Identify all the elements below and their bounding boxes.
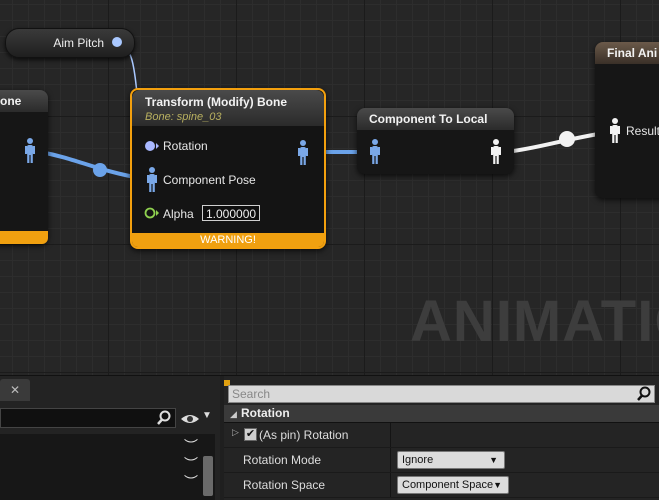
- component-to-local-title: Component To Local: [357, 108, 514, 130]
- component-pose-pin-icon[interactable]: [146, 167, 158, 193]
- column-divider: [390, 423, 391, 447]
- collapse-icon[interactable]: ︶: [184, 454, 198, 474]
- as-pin-rotation-label: (As pin) Rotation: [259, 428, 349, 442]
- details-search-input[interactable]: Search: [228, 385, 655, 403]
- ctl-output-pose-pin-icon[interactable]: [490, 139, 502, 165]
- search-icon: [157, 410, 171, 425]
- rotation-mode-row: Rotation Mode Ignore ▼: [224, 448, 659, 473]
- left-node-title: one: [0, 90, 48, 112]
- left-panel: ✕ ▼ ︶ ︶ ︶: [0, 376, 220, 500]
- transform-node-title: Transform (Modify) Bone: [145, 95, 288, 109]
- expand-arrow-icon[interactable]: ▷: [232, 427, 239, 438]
- rotation-space-dropdown[interactable]: Component Space ▼: [397, 476, 509, 494]
- wire-knot-left: [93, 163, 107, 177]
- rotation-category-label: Rotation: [241, 406, 290, 420]
- rotation-space-value: Component Space: [402, 479, 494, 491]
- scrollbar[interactable]: [203, 456, 213, 496]
- graph-watermark: ANIMATIO: [410, 289, 659, 354]
- rotation-mode-label: Rotation Mode: [243, 453, 322, 467]
- wire-knot-right: [559, 131, 575, 147]
- panel-tab[interactable]: ✕: [0, 379, 30, 401]
- result-pin-icon[interactable]: [609, 118, 621, 144]
- eye-icon: [181, 415, 199, 423]
- chevron-down-icon: ▼: [489, 455, 498, 465]
- aim-pitch-output-pin[interactable]: [112, 37, 122, 47]
- as-pin-rotation-row: ▷ ✔ (As pin) Rotation: [224, 423, 659, 448]
- details-search-placeholder: Search: [232, 387, 271, 401]
- collapse-icon[interactable]: ︶: [184, 436, 198, 456]
- result-pin-label: Result: [626, 124, 659, 138]
- transform-node-subtitle: Bone: spine_03: [145, 111, 222, 123]
- output-pose-pin-icon[interactable]: [297, 140, 309, 166]
- rotation-space-label: Rotation Space: [243, 478, 326, 492]
- rotation-pin-icon[interactable]: [144, 140, 160, 152]
- tab-close-icon[interactable]: ✕: [10, 383, 20, 397]
- collapse-icon[interactable]: ︶: [184, 472, 198, 492]
- view-options-button[interactable]: ▼: [178, 408, 214, 428]
- alpha-pin-icon[interactable]: [144, 207, 160, 219]
- chevron-down-icon: ▼: [202, 410, 212, 421]
- rotation-category[interactable]: ◢ Rotation: [224, 405, 659, 423]
- pose-pin-icon[interactable]: [24, 138, 36, 164]
- rotation-mode-dropdown[interactable]: Ignore ▼: [397, 451, 505, 469]
- rotation-mode-value: Ignore: [402, 454, 434, 466]
- aim-pitch-node[interactable]: Aim Pitch: [5, 28, 135, 58]
- search-icon: [637, 386, 651, 401]
- transform-modify-bone-node[interactable]: Transform (Modify) Bone Bone: spine_03 R…: [130, 88, 326, 249]
- aim-pitch-label: Aim Pitch: [53, 36, 104, 50]
- details-panel: Search ◢ Rotation ▷ ✔ (As pin) Rotation …: [224, 376, 659, 500]
- component-to-local-node[interactable]: Component To Local: [357, 108, 514, 174]
- column-divider: [390, 473, 391, 497]
- column-divider: [390, 448, 391, 472]
- left-search-input[interactable]: [0, 408, 176, 428]
- rotation-space-row: Rotation Space Component Space ▼: [224, 473, 659, 498]
- collapse-triangle-icon: ◢: [230, 409, 237, 419]
- ctl-input-pose-pin-icon[interactable]: [369, 139, 381, 165]
- component-pose-pin-label: Component Pose: [163, 173, 256, 187]
- left-node-warning-bar: [0, 231, 48, 244]
- rotation-pin-label: Rotation: [163, 139, 208, 153]
- alpha-value-input[interactable]: 1.000000: [202, 205, 260, 221]
- alpha-pin-label: Alpha: [163, 207, 194, 221]
- bottom-panels: ✕ ▼ ︶ ︶ ︶ Search ◢ Rotation ▷ ✔ (As pin)…: [0, 375, 659, 500]
- wire-left-to-transform: [39, 150, 141, 180]
- final-animation-pose-node[interactable]: Final Ani Result: [595, 42, 659, 198]
- left-node[interactable]: one: [0, 90, 48, 244]
- transform-node-header: Transform (Modify) Bone Bone: spine_03: [132, 90, 324, 126]
- blueprint-graph[interactable]: Aim Pitch one Transform (Modify) Bone Bo…: [0, 0, 659, 375]
- final-node-title: Final Ani: [595, 42, 659, 64]
- transform-node-warning: WARNING!: [132, 233, 324, 247]
- left-list[interactable]: [0, 434, 215, 500]
- as-pin-checkbox[interactable]: ✔: [244, 428, 257, 441]
- chevron-down-icon: ▼: [493, 480, 502, 490]
